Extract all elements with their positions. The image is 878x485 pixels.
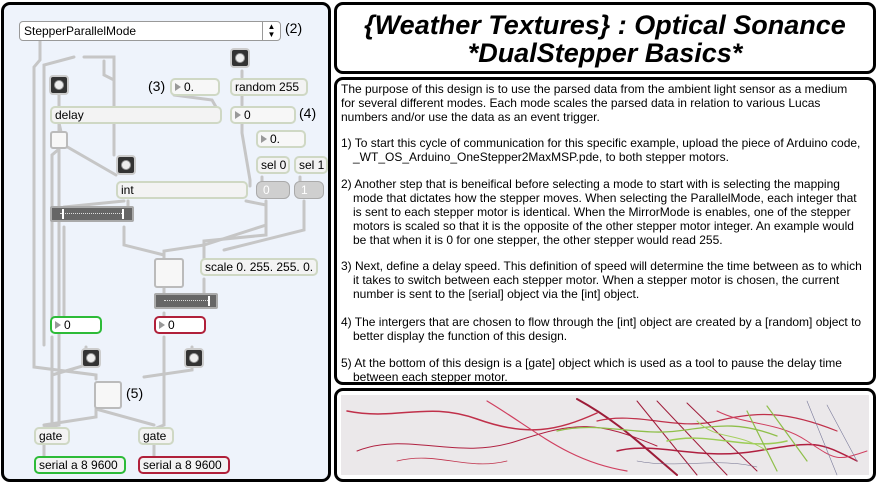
- callout-2: (2): [285, 20, 303, 36]
- left-hslider[interactable]: [50, 206, 134, 222]
- stepper-toggle[interactable]: [154, 258, 184, 288]
- message-1[interactable]: 1: [294, 181, 324, 199]
- patcher-panel: StepperParallelMode ▲ ▼ (2) (3) 0. random…: [1, 2, 331, 482]
- int-object[interactable]: int: [116, 181, 248, 199]
- message-0[interactable]: 0: [256, 181, 290, 199]
- texture-image-panel: [334, 388, 876, 482]
- delay-time-number[interactable]: 0.: [170, 78, 220, 96]
- menu-arrows-icon: ▲ ▼: [262, 22, 280, 40]
- delay-object[interactable]: delay: [50, 106, 222, 124]
- left-stepper-number[interactable]: 0: [50, 316, 102, 334]
- right-serial-object[interactable]: serial a 8 9600: [138, 456, 230, 474]
- right-gate-object[interactable]: gate: [138, 427, 174, 445]
- callout-4: (4): [299, 105, 317, 121]
- step-3: 3) Next, define a delay speed. This defi…: [341, 259, 862, 301]
- callout-3: (3): [148, 78, 166, 94]
- step-2: 2) Another step that is beneifical befor…: [341, 177, 857, 247]
- left-serial-object[interactable]: serial a 8 9600: [34, 456, 126, 474]
- page-subtitle: *DualStepper Basics*: [467, 38, 743, 68]
- texture-drawing-image: [341, 395, 869, 476]
- step-4: 4) The intergers that are chosen to flow…: [341, 315, 862, 343]
- right-stepper-number[interactable]: 0: [154, 316, 206, 334]
- mode-menu-value: StepperParallelMode: [24, 24, 137, 38]
- gate-toggle[interactable]: [94, 381, 122, 409]
- bang-button-random[interactable]: [230, 48, 250, 68]
- description-panel: The purpose of this design is to use the…: [334, 77, 876, 385]
- bang-button-start[interactable]: [49, 75, 69, 95]
- page-title: {Weather Textures} : Optical Sonance: [364, 10, 846, 40]
- bang-button-right[interactable]: [184, 348, 204, 368]
- bang-button-left[interactable]: [81, 348, 101, 368]
- step-1: 1) To start this cycle of communication …: [341, 136, 861, 164]
- left-gate-object[interactable]: gate: [34, 427, 70, 445]
- slider-knob[interactable]: [62, 209, 64, 219]
- sel-0-object[interactable]: sel 0: [256, 156, 290, 174]
- sel-1-object[interactable]: sel 1: [294, 156, 328, 174]
- intro-paragraph: The purpose of this design is to use the…: [341, 82, 848, 124]
- float-number[interactable]: 0.: [256, 130, 306, 148]
- random-number[interactable]: 0: [230, 106, 296, 124]
- callout-5: (5): [126, 385, 144, 401]
- random-object[interactable]: random 255: [230, 78, 308, 96]
- metro-toggle[interactable]: [50, 131, 68, 149]
- scale-object[interactable]: scale 0. 255. 255. 0.: [200, 258, 318, 276]
- mode-menu[interactable]: StepperParallelMode ▲ ▼: [19, 21, 281, 41]
- step-5: 5) At the bottom of this design is a [ga…: [341, 356, 842, 384]
- right-hslider[interactable]: [154, 293, 218, 309]
- slider-track: [164, 300, 208, 301]
- slider-knob[interactable]: [122, 209, 124, 219]
- slider-track: [60, 213, 124, 214]
- title-panel: {Weather Textures} : Optical Sonance *Du…: [334, 2, 876, 74]
- bang-button-int[interactable]: [116, 155, 136, 175]
- slider-knob[interactable]: [208, 296, 210, 306]
